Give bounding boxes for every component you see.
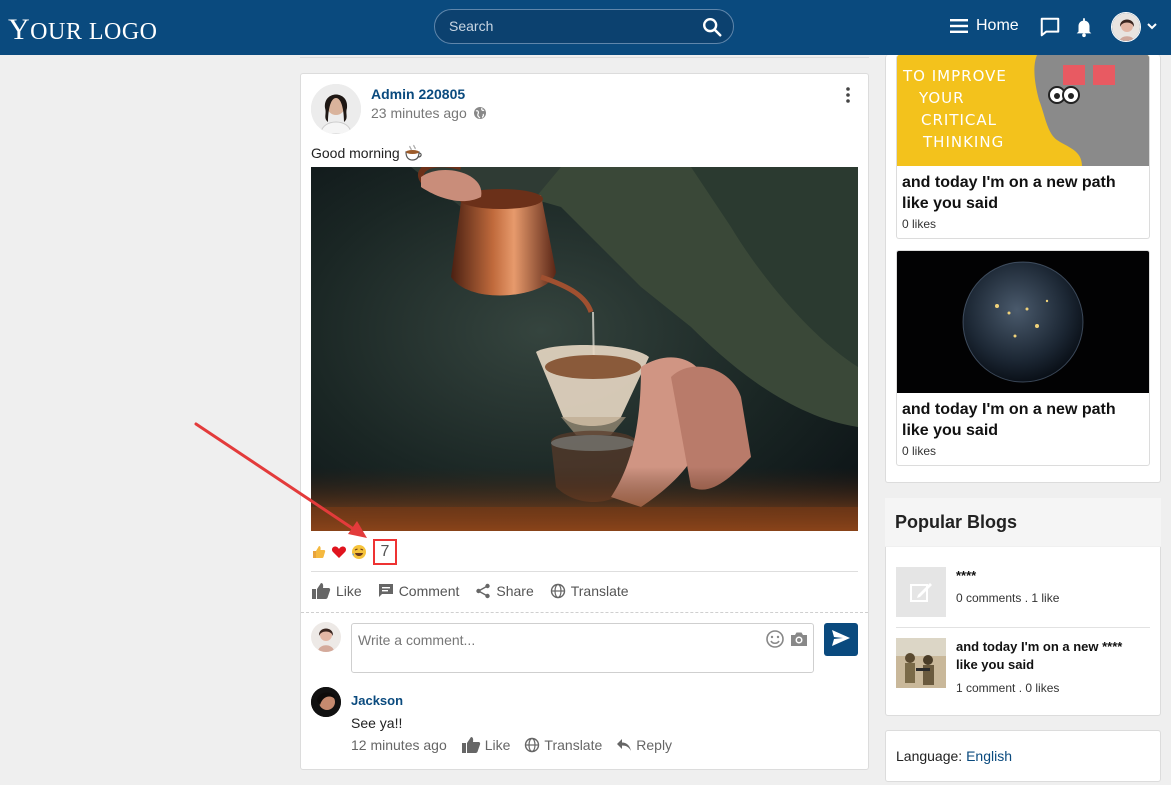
language-label: Language: [896, 748, 963, 764]
thumbs-up-reaction-icon [313, 546, 326, 558]
post-photo[interactable] [311, 167, 858, 531]
share-label: Share [496, 583, 534, 599]
comment-like-button[interactable]: Like [461, 736, 511, 754]
comments-divider [301, 612, 868, 613]
messages-icon[interactable] [1039, 16, 1061, 38]
comment-meta: 12 minutes ago Like Translate Reply [351, 736, 672, 754]
comment-timestamp: 12 minutes ago [351, 737, 447, 753]
comment-input-box [351, 623, 814, 673]
share-icon [476, 583, 491, 599]
user-avatar[interactable] [1111, 12, 1141, 42]
blog-tile[interactable]: and today I'm on a new path like you sai… [896, 250, 1150, 466]
send-icon [832, 630, 850, 646]
language-selector: Language: English [896, 748, 1012, 764]
emoji-icon[interactable] [765, 629, 785, 649]
blog-tile-likes: 0 likes [902, 444, 937, 458]
comment-reply-label: Reply [636, 737, 673, 753]
popular-blogs-title: Popular Blogs [895, 512, 1018, 532]
commenter-name[interactable]: Jackson [351, 693, 403, 708]
post-divider [311, 571, 858, 572]
popular-blog-title[interactable]: and today I'm on a new **** like you sai… [956, 638, 1146, 674]
camera-icon[interactable] [789, 629, 809, 649]
home-label: Home [976, 17, 1019, 34]
share-button[interactable]: Share [475, 582, 534, 600]
home-nav-button[interactable]: Home [950, 17, 1019, 35]
top-navbar: YOUR LOGO Home [0, 0, 1171, 55]
post-body: Good morning [311, 144, 424, 162]
blog-tile-title[interactable]: and today I'm on a new path like you sai… [897, 393, 1149, 441]
translate-label: Translate [570, 583, 629, 599]
comment-input[interactable] [358, 632, 738, 648]
post-text: Good morning [311, 145, 400, 161]
like-button[interactable]: Like [311, 582, 362, 600]
popular-blog-thumbnail[interactable] [896, 567, 946, 617]
blog-tile-image: TO IMPROVE YOUR CRITICAL THINKING [897, 55, 1149, 166]
search-bar [434, 9, 734, 44]
search-input[interactable] [449, 18, 689, 34]
globe-icon [525, 737, 540, 753]
previous-card-edge [300, 55, 869, 58]
comment-translate-label: Translate [544, 737, 603, 753]
notifications-bell-icon[interactable] [1073, 16, 1095, 38]
post-timestamp: 23 minutes ago [371, 105, 487, 121]
reply-icon [617, 739, 632, 751]
thumbs-up-icon [461, 737, 480, 753]
comment-button[interactable]: Comment [378, 582, 460, 600]
translate-button[interactable]: Translate [550, 582, 629, 600]
language-link[interactable]: English [966, 748, 1012, 764]
popular-blog-meta: 1 comment . 0 likes [956, 681, 1060, 695]
commenter-avatar[interactable] [311, 687, 341, 717]
coffee-emoji-icon [405, 144, 422, 161]
chevron-down-icon[interactable] [1146, 20, 1158, 32]
blog-tile-title[interactable]: and today I'm on a new path like you sai… [897, 166, 1149, 214]
heart-reaction-icon [331, 546, 347, 558]
post-actions: Like Comment Share Translate [311, 582, 629, 600]
search-icon[interactable] [701, 16, 723, 38]
author-avatar[interactable] [311, 84, 361, 134]
blog-tile-likes: 0 likes [902, 217, 937, 231]
blog-tile-image [897, 251, 1149, 393]
site-logo[interactable]: YOUR LOGO [8, 13, 158, 47]
comment-icon [378, 584, 393, 597]
send-comment-button[interactable] [824, 623, 858, 656]
popular-blog-title[interactable]: **** [956, 567, 1146, 585]
comment-reply-button[interactable]: Reply [616, 737, 672, 753]
current-user-avatar [311, 622, 341, 652]
globe-public-icon [473, 107, 486, 119]
popular-blog-thumbnail[interactable] [896, 638, 946, 688]
popular-blogs-separator [896, 627, 1150, 628]
thumbs-up-icon [312, 583, 331, 599]
blog-tile[interactable]: TO IMPROVE YOUR CRITICAL THINKING and today… [896, 55, 1150, 239]
reaction-count[interactable]: 7 [373, 539, 397, 565]
comment-like-label: Like [484, 737, 511, 753]
comment-label: Comment [398, 583, 460, 599]
post-card: Admin 220805 23 minutes ago Good morning [300, 73, 869, 770]
menu-icon [950, 19, 968, 33]
post-options-icon[interactable] [841, 86, 855, 104]
globe-icon [550, 583, 565, 599]
post-author-name[interactable]: Admin 220805 [371, 86, 465, 102]
popular-blogs-header: Popular Blogs [885, 498, 1161, 547]
like-label: Like [336, 583, 362, 599]
popular-blog-meta: 0 comments . 1 like [956, 591, 1060, 605]
comment-translate-button[interactable]: Translate [524, 737, 602, 753]
comment-text: See ya!! [351, 715, 403, 731]
reaction-summary[interactable]: 7 [311, 539, 397, 565]
post-time-text: 23 minutes ago [371, 105, 467, 121]
laugh-reaction-icon [352, 545, 366, 559]
